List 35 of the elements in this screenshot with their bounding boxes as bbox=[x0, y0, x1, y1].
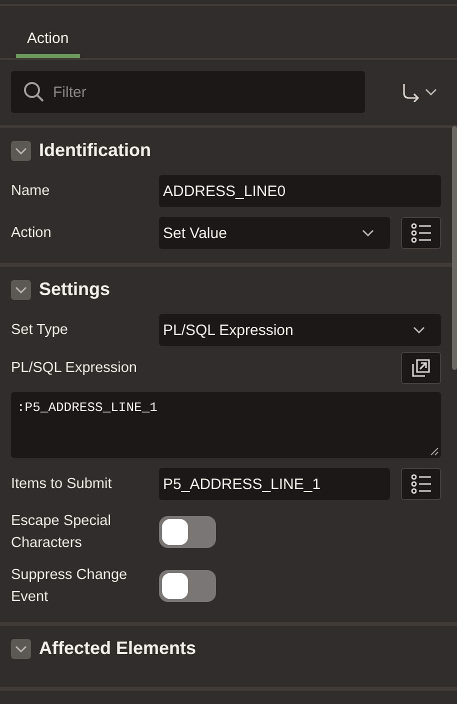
filter-field[interactable]: Filter bbox=[11, 71, 365, 113]
resize-grip-icon[interactable] bbox=[429, 446, 439, 456]
field-label: Action bbox=[11, 224, 52, 243]
text-field[interactable]: ADDRESS_LINE0 bbox=[159, 175, 441, 207]
code-editor[interactable]: :P5_ADDRESS_LINE_1 bbox=[11, 392, 441, 458]
section-header[interactable]: Settings bbox=[11, 279, 110, 300]
field-label: Suppress Change Event bbox=[11, 566, 128, 607]
select-field[interactable]: Set Value bbox=[159, 217, 390, 249]
field-label: PL/SQL Expression bbox=[11, 359, 138, 378]
toggle-switch[interactable] bbox=[159, 570, 216, 602]
section-header[interactable]: Identification bbox=[11, 140, 151, 161]
list-button[interactable] bbox=[401, 217, 441, 249]
chevron-down-icon bbox=[362, 229, 374, 237]
field-label: Name bbox=[11, 182, 51, 201]
section-header[interactable]: Affected Elements bbox=[11, 638, 196, 659]
chevron-down-icon bbox=[413, 326, 425, 334]
chevron-down-icon bbox=[425, 88, 437, 96]
expand-button[interactable] bbox=[401, 352, 441, 384]
chevron-down-icon bbox=[15, 286, 27, 294]
field-label: Escape Special Characters bbox=[11, 512, 112, 553]
tab[interactable]: Action bbox=[16, 6, 80, 58]
chevron-down-icon bbox=[15, 146, 27, 154]
field-label: Items to Submit bbox=[11, 475, 113, 494]
field-label: Set Type bbox=[11, 321, 69, 340]
scrollbar[interactable] bbox=[452, 126, 457, 370]
turn-arrow-icon bbox=[401, 82, 421, 102]
search-icon bbox=[23, 81, 45, 103]
chevron-down-icon bbox=[15, 644, 27, 652]
text-field[interactable]: P5_ADDRESS_LINE_1 bbox=[159, 468, 390, 500]
expand-icon bbox=[412, 359, 430, 377]
list-button[interactable] bbox=[401, 468, 441, 500]
select-field[interactable]: PL/SQL Expression bbox=[159, 314, 441, 346]
list-icon bbox=[410, 223, 432, 243]
toggle-switch[interactable] bbox=[159, 516, 216, 548]
list-icon bbox=[410, 474, 432, 494]
